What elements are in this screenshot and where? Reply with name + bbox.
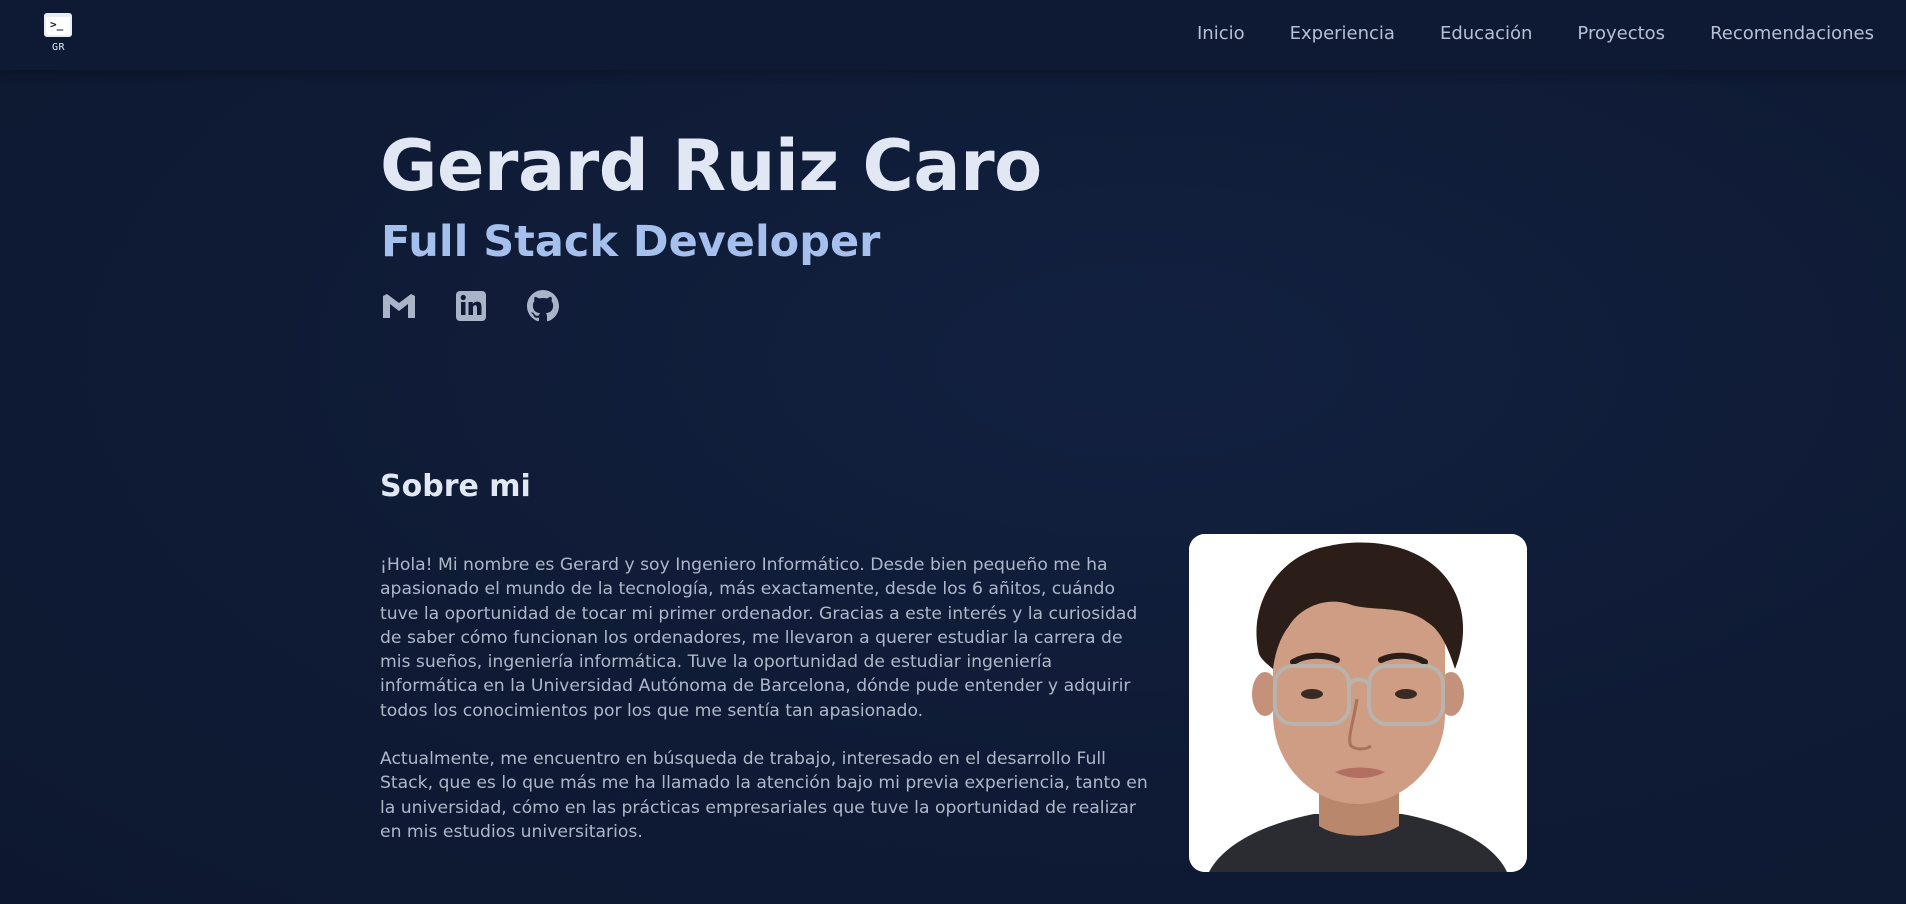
nav-link-educacion[interactable]: Educación — [1440, 22, 1532, 46]
social-links — [381, 288, 561, 324]
logo-prompt: >_ — [50, 18, 64, 31]
gmail-icon[interactable] — [381, 288, 417, 324]
nav-link-experiencia[interactable]: Experiencia — [1290, 22, 1395, 46]
about-paragraph: Actualmente, me encuentro en búsqueda de… — [380, 749, 1148, 842]
site-header: >_ GR Inicio Experiencia Educación Proye… — [0, 0, 1906, 70]
site-logo[interactable]: >_ GR — [44, 13, 73, 57]
github-icon[interactable] — [525, 288, 561, 324]
about-text: ¡Hola! Mi nombre es Gerard y soy Ingenie… — [380, 553, 1155, 868]
nav-link-proyectos[interactable]: Proyectos — [1577, 22, 1665, 46]
about-title: Sobre mi — [380, 469, 531, 504]
main-nav: Inicio Experiencia Educación Proyectos R… — [1197, 22, 1874, 46]
hero-role: Full Stack Developer — [381, 217, 881, 267]
terminal-icon: >_ — [44, 13, 72, 37]
logo-initials: GR — [51, 42, 66, 53]
portrait-illustration — [1189, 534, 1527, 872]
nav-link-inicio[interactable]: Inicio — [1197, 22, 1245, 46]
about-paragraph: ¡Hola! Mi nombre es Gerard y soy Ingenie… — [380, 555, 1138, 721]
linkedin-icon[interactable] — [453, 288, 489, 324]
hero-name: Gerard Ruiz Caro — [380, 125, 1042, 207]
profile-photo — [1189, 534, 1527, 872]
nav-link-recomendaciones[interactable]: Recomendaciones — [1710, 22, 1874, 46]
